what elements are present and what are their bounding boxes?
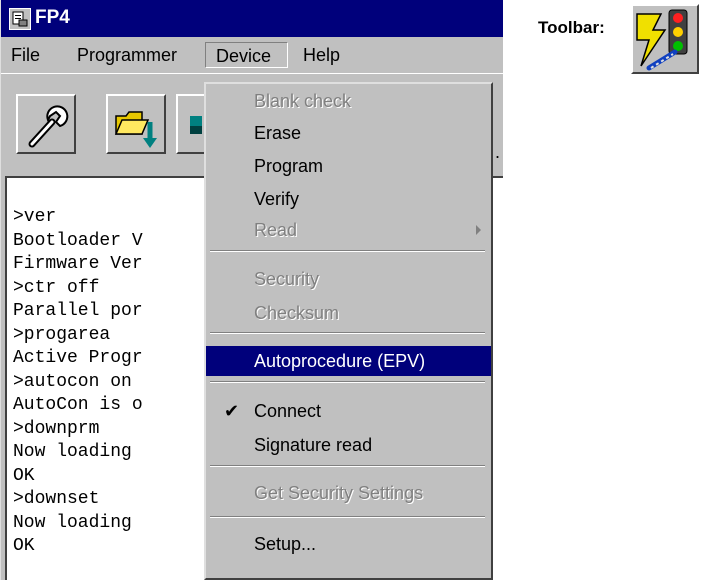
- window-title: FP4: [35, 7, 70, 28]
- menu-item-label: Security: [254, 269, 320, 289]
- menu-item-label: Autoprocedure (EPV): [254, 351, 426, 371]
- menu-separator: [210, 250, 485, 252]
- menu-item-program[interactable]: Program: [206, 151, 491, 181]
- autoprocedure-traffic-light-icon: [636, 9, 688, 71]
- terminal-line: Now loading: [13, 442, 132, 462]
- menu-item-label: Get Security Settings: [254, 483, 424, 503]
- wrench-icon: [28, 105, 69, 148]
- menu-help[interactable]: Help: [297, 42, 346, 68]
- app-icon: [9, 8, 31, 30]
- menu-file[interactable]: File: [5, 42, 46, 68]
- menu-item-label: Verify: [254, 189, 300, 209]
- autoprocedure-toolbar-button: [631, 4, 699, 74]
- menu-item-blank-check: Blank check: [206, 86, 491, 116]
- menu-item-label: Read: [254, 220, 298, 240]
- menu-item-erase[interactable]: Erase: [206, 118, 491, 148]
- device-dropdown-menu: Blank check Erase Program Verify Read Securit…: [204, 82, 493, 580]
- menu-item-label: Program: [254, 156, 324, 176]
- open-file-toolbar-button[interactable]: [106, 94, 166, 154]
- title-bar[interactable]: FP4: [1, 0, 503, 37]
- menu-separator: [210, 465, 485, 467]
- menu-separator: [210, 381, 485, 383]
- terminal-line: OK: [13, 465, 35, 486]
- terminal-line: Firmware Ver: [13, 254, 143, 274]
- menu-separator: [210, 332, 485, 334]
- setup-toolbar-button[interactable]: [16, 94, 76, 154]
- submenu-arrow-icon: [476, 225, 481, 235]
- menu-item-verify[interactable]: Verify: [206, 184, 491, 214]
- terminal-line: >progarea: [13, 324, 111, 345]
- menu-item-label: Checksum: [254, 303, 340, 323]
- open-folder-icon: [114, 111, 157, 148]
- menu-item-label: Signature read: [254, 435, 373, 455]
- terminal-trailing-mark: .: [495, 142, 501, 162]
- toolbar-button[interactable]: [176, 94, 206, 154]
- terminal-line: >ver: [13, 207, 57, 227]
- terminal-line: >downset: [13, 489, 100, 509]
- menu-item-label: Blank check: [254, 91, 352, 111]
- terminal-line: >ctr off: [13, 277, 100, 298]
- terminal-line: >autocon on: [13, 371, 132, 392]
- menu-separator: [210, 516, 485, 518]
- checkmark-icon: ✔: [224, 401, 240, 421]
- menu-item-autoprocedure-epv[interactable]: Autoprocedure (EPV): [206, 346, 491, 376]
- menu-item-connect[interactable]: ✔ Connect: [206, 396, 491, 426]
- menu-item-read: Read: [206, 215, 491, 245]
- menu-item-setup[interactable]: Setup...: [206, 529, 491, 559]
- menu-item-signature-read[interactable]: Signature read: [206, 430, 491, 460]
- terminal-line: OK: [13, 536, 35, 556]
- terminal-line: AutoCon is o: [13, 395, 143, 415]
- toolbar-button-icon: [190, 116, 202, 134]
- menu-item-label: Erase: [254, 123, 302, 143]
- terminal-line: Active Progr: [13, 348, 143, 368]
- terminal-line: Now loading: [13, 512, 132, 533]
- terminal-lines: >ver Bootloader V Firmware Ver >ctr off Para…: [13, 206, 143, 559]
- menu-item-security: Security: [206, 264, 491, 294]
- menu-device[interactable]: Device: [205, 42, 288, 68]
- menu-programmer[interactable]: Programmer: [71, 42, 183, 68]
- menu-item-label: Connect: [254, 401, 322, 421]
- terminal-line: >downprm: [13, 418, 100, 439]
- terminal-line: Parallel por: [13, 301, 143, 321]
- menu-item-checksum: Checksum: [206, 298, 491, 328]
- terminal-line: Bootloader V: [13, 230, 143, 251]
- menu-item-get-security-settings: Get Security Settings: [206, 478, 491, 508]
- menu-bar: File Programmer Device Help: [1, 37, 503, 73]
- menu-item-label: Setup...: [254, 534, 317, 554]
- toolbar-callout-label: Toolbar:: [538, 18, 605, 37]
